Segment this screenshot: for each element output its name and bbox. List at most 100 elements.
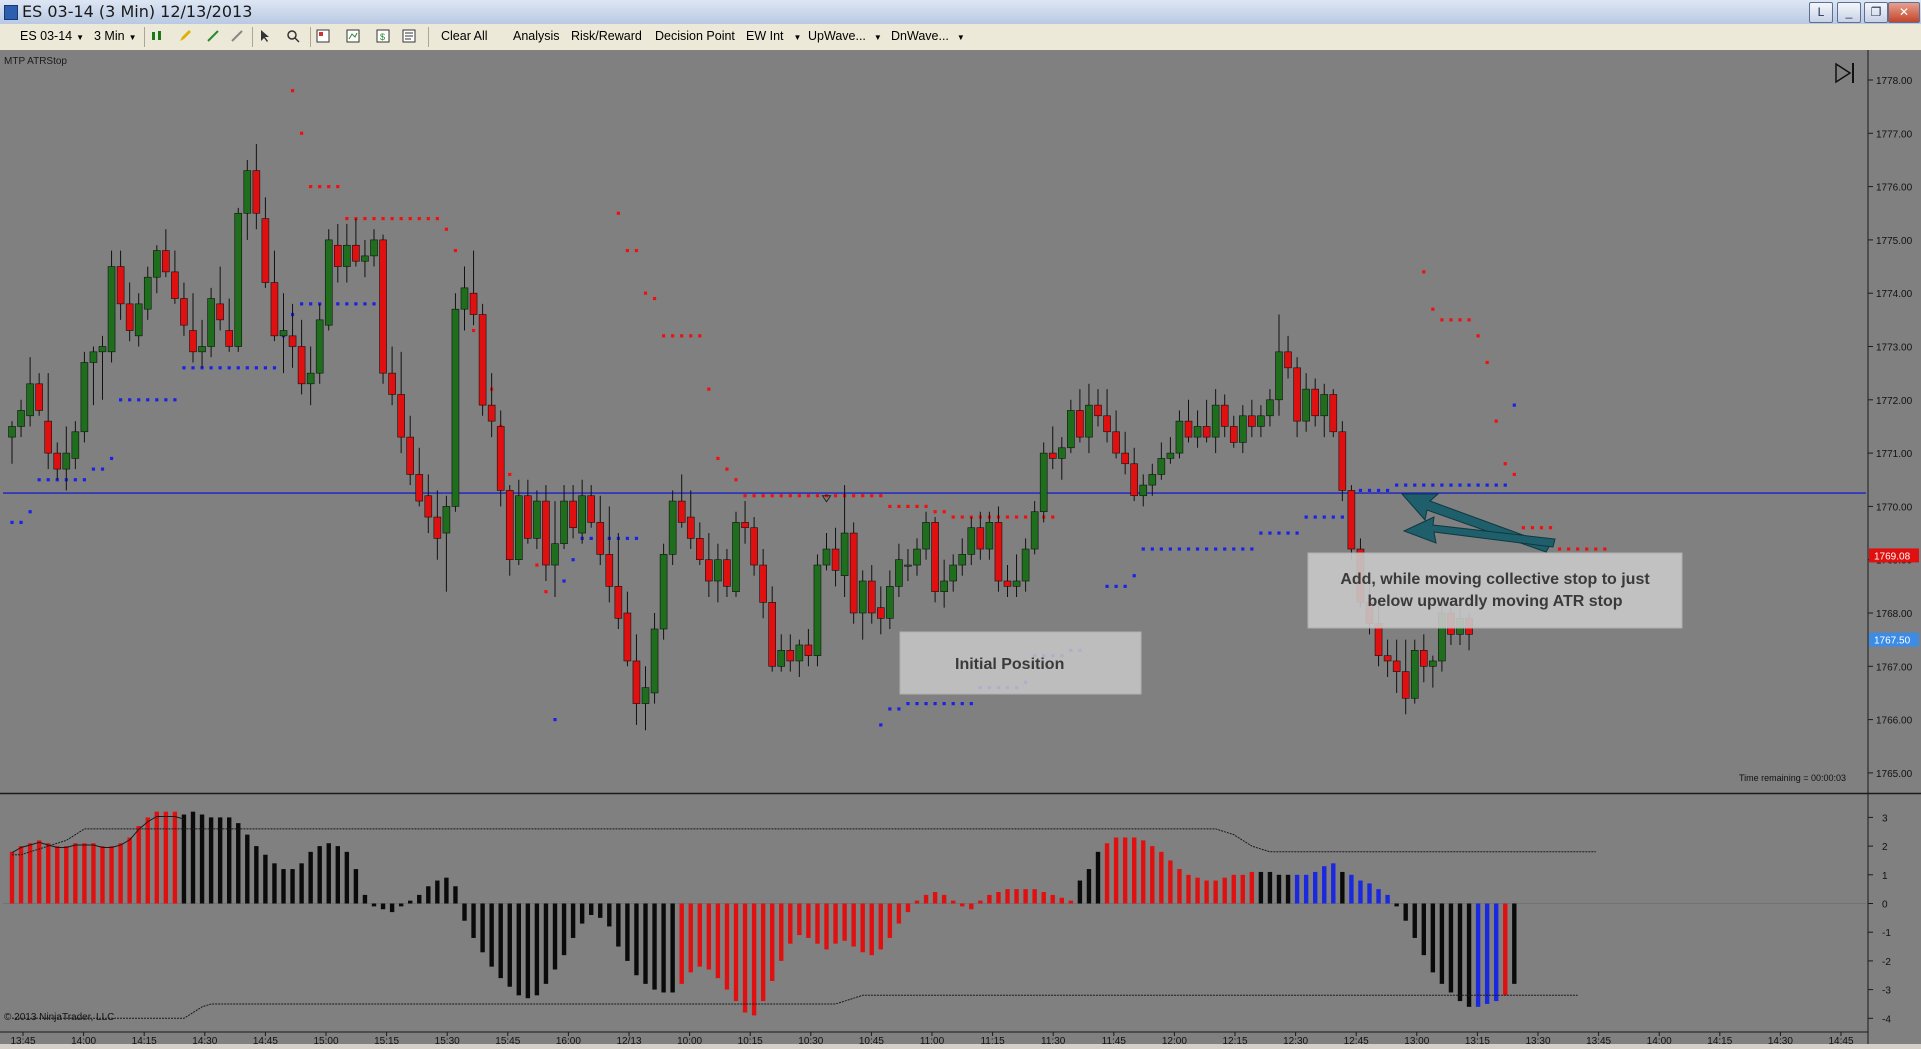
chart-area[interactable]: MTP ATRStop 1778.00 1777.00 1776.00 1775.00 1… <box>0 50 1921 1047</box>
atr-stop-long-dot <box>100 467 105 471</box>
hist-tick-label: 0 <box>1882 900 1888 911</box>
candle-body <box>931 522 939 592</box>
hist-tick-label: -3 <box>1882 986 1891 997</box>
atr-stop-long-dot <box>915 702 919 706</box>
atr-stop-long-dot <box>354 302 358 306</box>
pointer-icon[interactable] <box>258 29 272 43</box>
histogram-bar <box>1014 889 1019 904</box>
maximize-button[interactable]: ❐ <box>1864 2 1888 23</box>
atr-stop-long-dot <box>363 302 367 306</box>
analysis-button[interactable]: Analysis <box>513 29 560 43</box>
histogram-bar <box>281 869 286 904</box>
candle-body <box>1401 671 1410 699</box>
histogram-bar <box>1141 840 1146 904</box>
price-tick-label: 1777.00 <box>1876 129 1913 140</box>
candle-body <box>496 426 505 491</box>
candle-body <box>1094 404 1102 417</box>
histogram-bar <box>579 903 585 924</box>
atr-stop-short-dot <box>1422 270 1426 274</box>
histogram-bar <box>1258 871 1264 904</box>
zoom-icon[interactable] <box>286 29 300 43</box>
data-box-icon[interactable]: $ <box>376 29 390 43</box>
histogram-bar <box>254 846 259 904</box>
atr-stop-long-dot <box>1186 547 1191 551</box>
drawing-pencil-icon[interactable] <box>178 29 192 43</box>
dnwave-button[interactable]: DnWave... ▼ <box>891 29 965 43</box>
strategy-icon[interactable] <box>230 29 244 43</box>
candle-body <box>134 303 143 337</box>
atr-stop-long-dot <box>19 520 23 524</box>
atr-stop-long-dot <box>1205 547 1209 551</box>
candle-body <box>306 372 315 385</box>
histogram-bar <box>760 903 766 1002</box>
decision-point-button[interactable]: Decision Point <box>655 29 735 43</box>
atr-stop-long-dot <box>1223 547 1227 551</box>
histogram-bar <box>525 903 531 999</box>
atr-stop-short-dot <box>833 494 838 498</box>
indicator-icon[interactable] <box>206 29 220 43</box>
atr-stop-long-dot <box>933 702 937 706</box>
atr-stop-short-dot <box>1476 334 1480 338</box>
atr-stop-short-dot <box>752 494 756 498</box>
atr-stop-short-dot <box>435 216 439 221</box>
upwave-button[interactable]: UpWave... ▼ <box>808 29 882 43</box>
link-button[interactable]: L <box>1809 2 1833 23</box>
time-tick-label: 11:30 <box>1041 1036 1066 1044</box>
add-note-box <box>1307 552 1683 629</box>
histogram-bar <box>779 903 784 961</box>
candle-body <box>415 474 424 502</box>
candle-body <box>786 650 795 662</box>
hist-tick-label: 2 <box>1882 842 1888 853</box>
atr-stop-short-dot <box>453 248 458 253</box>
histogram-bar <box>208 817 214 904</box>
atr-stop-long-dot <box>1241 547 1245 551</box>
atr-stop-long-dot <box>1331 515 1335 519</box>
histogram-bar <box>905 903 911 913</box>
candle-body <box>1012 580 1021 587</box>
atr-stop-long-dot <box>254 366 258 370</box>
time-tick-label: 15:15 <box>374 1036 399 1044</box>
atr-stop-short-dot <box>408 216 412 221</box>
atr-stop-short-dot <box>634 248 639 253</box>
candle-body <box>98 346 107 353</box>
atr-stop-long-dot <box>46 478 50 482</box>
ew-int-button[interactable]: EW Int ▼ <box>746 29 801 43</box>
atr-stop-short-dot <box>698 334 702 338</box>
histogram-bar <box>1512 903 1517 984</box>
chart-canvas[interactable]: MTP ATRStop 1778.00 1777.00 1776.00 1775.00 1… <box>0 50 1921 1047</box>
bar-type-icon[interactable] <box>150 29 164 43</box>
candle-body <box>596 522 605 555</box>
candle-body <box>605 554 614 587</box>
interval-selector[interactable]: 3 Min ▼ <box>94 29 137 43</box>
candle-body <box>686 516 695 539</box>
atr-stop-short-dot <box>788 494 792 498</box>
atr-stop-short-dot <box>1567 547 1571 551</box>
minimize-button[interactable]: _ <box>1837 2 1861 23</box>
snapshot-icon[interactable] <box>402 29 416 43</box>
histogram-bar <box>652 903 657 990</box>
atr-stop-short-dot <box>770 494 774 498</box>
template-icon[interactable] <box>346 29 360 43</box>
properties-icon[interactable] <box>316 29 330 43</box>
histogram-bar <box>1240 874 1245 904</box>
candle-body <box>849 532 858 614</box>
histogram-bar <box>1231 874 1236 904</box>
histogram-bar <box>688 903 693 973</box>
close-button[interactable]: ✕ <box>1888 2 1920 23</box>
histogram-bar <box>661 903 666 993</box>
histogram-bar <box>598 903 603 918</box>
candle-body <box>17 410 25 427</box>
histogram-bar <box>869 903 874 956</box>
atr-stop-long-dot <box>1141 547 1145 551</box>
histogram-bar <box>46 843 51 904</box>
atr-stop-short-dot <box>852 494 856 498</box>
time-tick-label: 11:00 <box>920 1036 945 1044</box>
time-tick-label: 14:15 <box>1707 1036 1732 1044</box>
candle-body <box>35 383 43 411</box>
clear-all-button[interactable]: Clear All <box>441 29 488 43</box>
atr-stop-short-dot <box>318 185 322 189</box>
candle-body <box>487 404 496 422</box>
histogram-bar <box>462 903 467 921</box>
instrument-selector[interactable]: ES 03-14 ▼ <box>20 29 84 43</box>
risk-reward-button[interactable]: Risk/Reward <box>571 29 642 43</box>
